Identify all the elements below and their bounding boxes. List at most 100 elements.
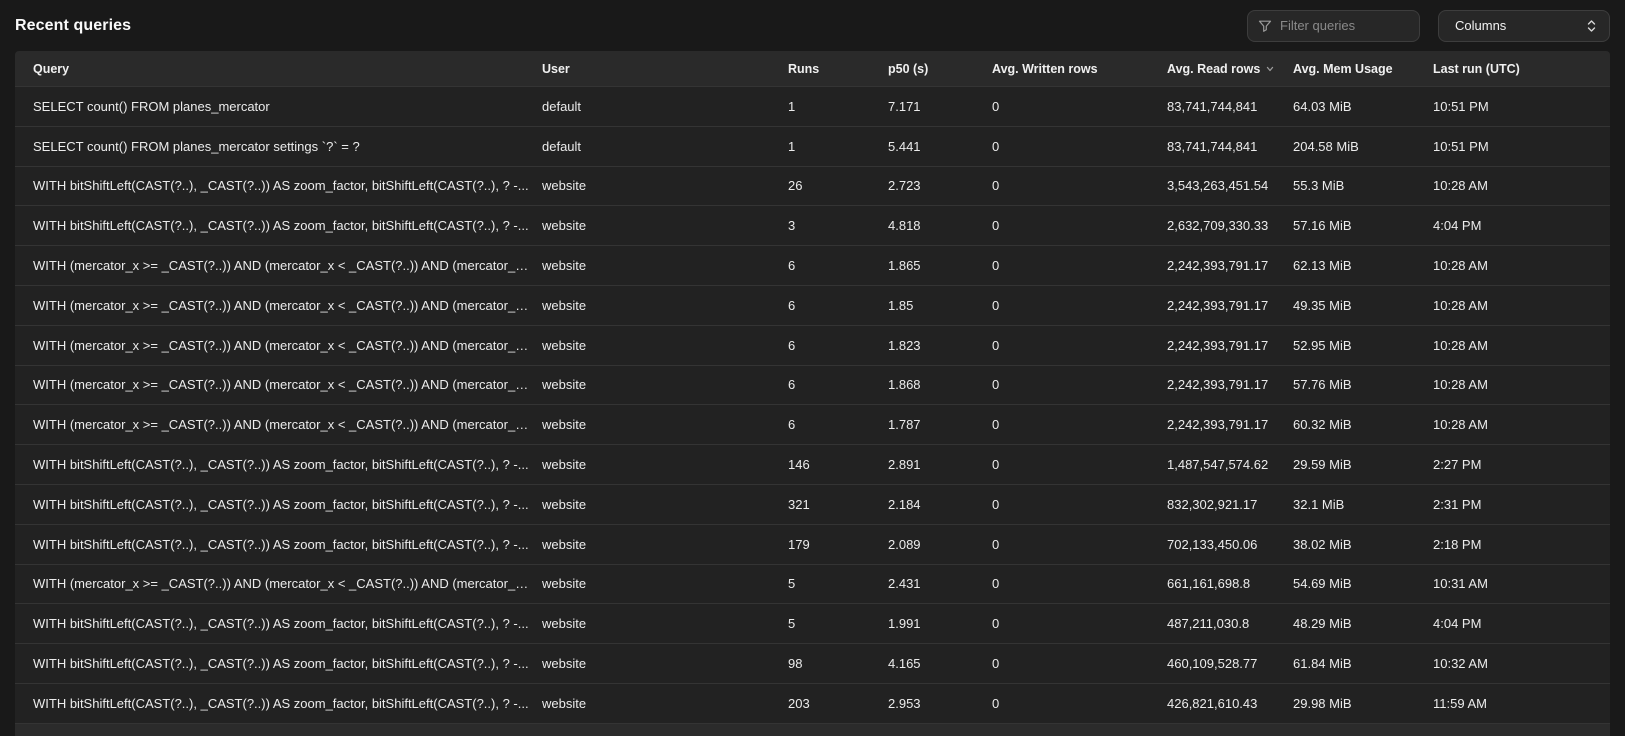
cell-runs: 6 [788,377,888,392]
cell-user: website [542,696,788,711]
cell-query: WITH (mercator_x >= _CAST(?..)) AND (mer… [33,338,542,353]
column-header-avg-mem-usage[interactable]: Avg. Mem Usage [1293,62,1433,76]
cell-avg-written-rows: 0 [992,497,1167,512]
cell-p50: 4.818 [888,218,992,233]
cell-last-run: 4:04 PM [1433,616,1610,631]
cell-query: WITH bitShiftLeft(CAST(?..), _CAST(?..))… [33,537,542,552]
cell-user: website [542,537,788,552]
column-header-label: Runs [788,62,819,76]
cell-avg-written-rows: 0 [992,178,1167,193]
cell-avg-written-rows: 0 [992,258,1167,273]
cell-avg-read-rows: 83,741,744,841 [1167,99,1293,114]
cell-p50: 7.171 [888,99,992,114]
cell-query: WITH bitShiftLeft(CAST(?..), _CAST(?..))… [33,178,542,193]
cell-p50: 1.823 [888,338,992,353]
cell-avg-mem-usage: 204.58 MiB [1293,139,1433,154]
cell-last-run: 10:32 AM [1433,656,1610,671]
table-row[interactable]: WITH bitShiftLeft(CAST(?..), _CAST(?..))… [15,166,1610,206]
cell-query: WITH bitShiftLeft(CAST(?..), _CAST(?..))… [33,457,542,472]
cell-avg-read-rows: 702,133,450.06 [1167,537,1293,552]
cell-p50: 1.865 [888,258,992,273]
table-row[interactable]: WITH bitShiftLeft(CAST(?..), _CAST(?..))… [15,484,1610,524]
filter-queries-input[interactable] [1280,18,1409,33]
cell-avg-read-rows: 2,632,709,330.33 [1167,218,1293,233]
column-header-label: Avg. Written rows [992,62,1098,76]
cell-avg-written-rows: 0 [992,616,1167,631]
column-header-avg-written-rows[interactable]: Avg. Written rows [992,62,1167,76]
cell-avg-written-rows: 0 [992,576,1167,591]
cell-query: WITH bitShiftLeft(CAST(?..), _CAST(?..))… [33,616,542,631]
cell-last-run: 10:28 AM [1433,298,1610,313]
cell-avg-mem-usage: 60.32 MiB [1293,417,1433,432]
cell-query: WITH (mercator_x >= _CAST(?..)) AND (mer… [33,417,542,432]
table-row[interactable]: WITH (mercator_x >= _CAST(?..)) AND (mer… [15,245,1610,285]
cell-p50: 2.431 [888,576,992,591]
cell-runs: 3 [788,218,888,233]
cell-user: website [542,616,788,631]
cell-last-run: 10:28 AM [1433,178,1610,193]
table-row[interactable]: WITH (mercator_x >= _CAST(?..)) AND (mer… [15,404,1610,444]
cell-avg-mem-usage: 29.98 MiB [1293,696,1433,711]
cell-avg-read-rows: 3,543,263,451.54 [1167,178,1293,193]
cell-query: SELECT count() FROM planes_mercator sett… [33,139,542,154]
table-row[interactable]: SELECT count() FROM planes_mercator sett… [15,126,1610,166]
cell-avg-mem-usage: 32.1 MiB [1293,497,1433,512]
cell-avg-mem-usage: 57.76 MiB [1293,377,1433,392]
cell-runs: 6 [788,298,888,313]
cell-avg-written-rows: 0 [992,537,1167,552]
cell-p50: 5.441 [888,139,992,154]
cell-runs: 146 [788,457,888,472]
cell-user: website [542,656,788,671]
column-header-user[interactable]: User [542,62,788,76]
cell-avg-read-rows: 661,161,698.8 [1167,576,1293,591]
table-row[interactable]: WITH bitShiftLeft(CAST(?..), _CAST(?..))… [15,643,1610,683]
cell-p50: 1.868 [888,377,992,392]
table-row[interactable]: WITH bitShiftLeft(CAST(?..), _CAST(?..))… [15,444,1610,484]
table-row[interactable]: WITH (mercator_x >= _CAST(?..)) AND (mer… [15,285,1610,325]
column-header-label: Last run (UTC) [1433,62,1520,76]
cell-avg-read-rows: 2,242,393,791.17 [1167,377,1293,392]
column-header-runs[interactable]: Runs [788,62,888,76]
up-down-chevron-icon [1586,18,1597,34]
cell-query: WITH (mercator_x >= _CAST(?..)) AND (mer… [33,377,542,392]
table-row[interactable]: WITH (mercator_x >= _CAST(?..)) AND (mer… [15,365,1610,405]
cell-avg-mem-usage: 61.84 MiB [1293,656,1433,671]
cell-user: website [542,417,788,432]
funnel-icon [1258,19,1272,33]
column-header-last-run[interactable]: Last run (UTC) [1433,62,1610,76]
filter-queries-input-wrapper[interactable] [1247,10,1420,42]
table-row[interactable]: WITH (mercator_x >= _CAST(?..)) AND (mer… [15,564,1610,604]
cell-user: website [542,298,788,313]
cell-user: website [542,457,788,472]
cell-avg-written-rows: 0 [992,656,1167,671]
column-header-p50[interactable]: p50 (s) [888,62,992,76]
cell-query: WITH bitShiftLeft(CAST(?..), _CAST(?..))… [33,218,542,233]
column-header-avg-read-rows[interactable]: Avg. Read rows [1167,62,1293,76]
cell-query: WITH (mercator_x >= _CAST(?..)) AND (mer… [33,298,542,313]
cell-avg-written-rows: 0 [992,99,1167,114]
table-row[interactable]: WITH bitShiftLeft(CAST(?..), _CAST(?..))… [15,683,1610,723]
page-title: Recent queries [15,17,131,35]
recent-queries-table: Query User Runs p50 (s) Avg. Written row… [15,51,1610,736]
cell-p50: 2.953 [888,696,992,711]
cell-user: website [542,377,788,392]
cell-user: default [542,99,788,114]
cell-avg-read-rows: 460,109,528.77 [1167,656,1293,671]
table-row[interactable]: WITH (mercator_x >= _CAST(?..)) AND (mer… [15,325,1610,365]
cell-p50: 1.787 [888,417,992,432]
columns-dropdown[interactable]: Columns [1438,10,1610,42]
cell-runs: 6 [788,258,888,273]
table-row[interactable]: WITH bitShiftLeft(CAST(?..), _CAST(?..))… [15,603,1610,643]
cell-avg-mem-usage: 57.16 MiB [1293,218,1433,233]
column-header-query[interactable]: Query [33,62,542,76]
table-row[interactable]: WITH bitShiftLeft(CAST(?..), _CAST(?..))… [15,205,1610,245]
table-row[interactable]: WITH bitShiftLeft(CAST(?..), _CAST(?..))… [15,524,1610,564]
table-row[interactable]: SELECT count() FROM planes_mercator defa… [15,86,1610,126]
toolbar-controls: Columns [1247,10,1610,42]
cell-runs: 1 [788,99,888,114]
cell-runs: 6 [788,417,888,432]
cell-user: website [542,258,788,273]
cell-runs: 6 [788,338,888,353]
cell-avg-written-rows: 0 [992,218,1167,233]
cell-avg-mem-usage: 48.29 MiB [1293,616,1433,631]
